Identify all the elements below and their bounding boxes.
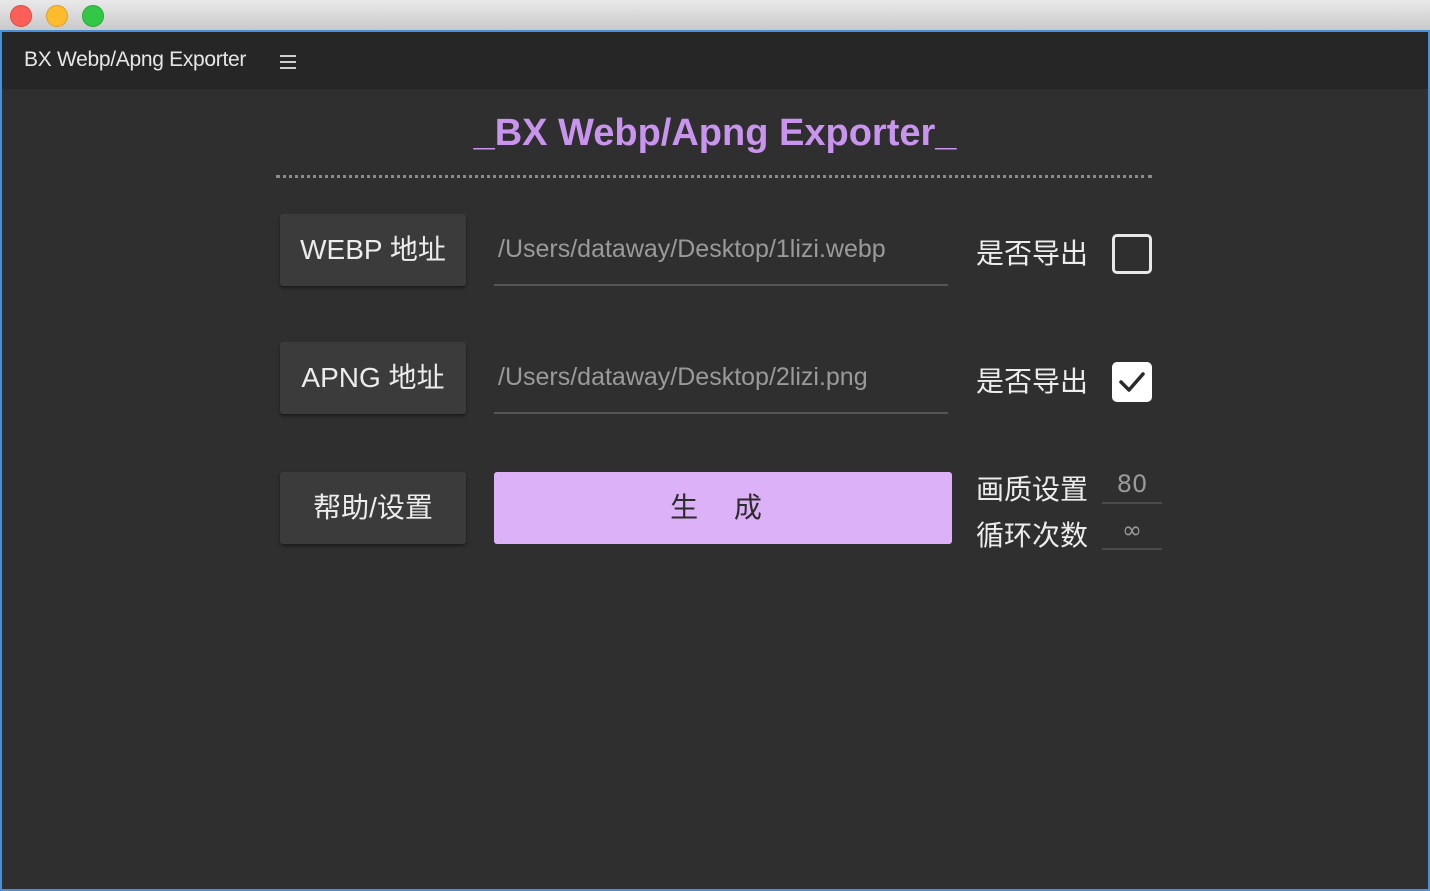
minimize-window-button[interactable] bbox=[46, 5, 68, 27]
apng-path-button[interactable]: APNG 地址 bbox=[280, 342, 466, 414]
page-title: _BX Webp/Apng Exporter_ bbox=[473, 112, 957, 154]
panel-header: BX Webp/Apng Exporter bbox=[2, 32, 1428, 89]
quality-label: 画质设置 bbox=[976, 474, 1089, 505]
webp-path-button[interactable]: WEBP 地址 bbox=[280, 214, 466, 286]
apng-export-label: 是否导出 bbox=[976, 366, 1089, 397]
panel-title: BX Webp/Apng Exporter bbox=[24, 48, 247, 71]
quality-input[interactable] bbox=[1102, 466, 1162, 504]
webp-export-label: 是否导出 bbox=[976, 238, 1089, 269]
apng-path-input[interactable] bbox=[494, 342, 948, 414]
webp-path-input[interactable] bbox=[494, 214, 948, 286]
zoom-window-button[interactable] bbox=[82, 5, 104, 27]
app-window: BX Webp/Apng Exporter _BX Webp/Apng Expo… bbox=[0, 0, 1430, 891]
checkmark-icon bbox=[1119, 372, 1145, 392]
help-settings-button[interactable]: 帮助/设置 bbox=[280, 472, 466, 544]
hamburger-menu-icon[interactable] bbox=[280, 55, 296, 69]
close-window-button[interactable] bbox=[10, 5, 32, 27]
apng-export-checkbox[interactable] bbox=[1112, 362, 1152, 402]
generate-button[interactable]: 生 成 bbox=[494, 472, 952, 544]
window-titlebar[interactable] bbox=[0, 0, 1430, 32]
loop-count-input[interactable] bbox=[1102, 512, 1162, 550]
webp-export-checkbox[interactable] bbox=[1112, 234, 1152, 274]
panel-frame: BX Webp/Apng Exporter _BX Webp/Apng Expo… bbox=[0, 32, 1430, 891]
dotted-divider bbox=[276, 175, 1152, 178]
loop-count-label: 循环次数 bbox=[976, 520, 1089, 551]
